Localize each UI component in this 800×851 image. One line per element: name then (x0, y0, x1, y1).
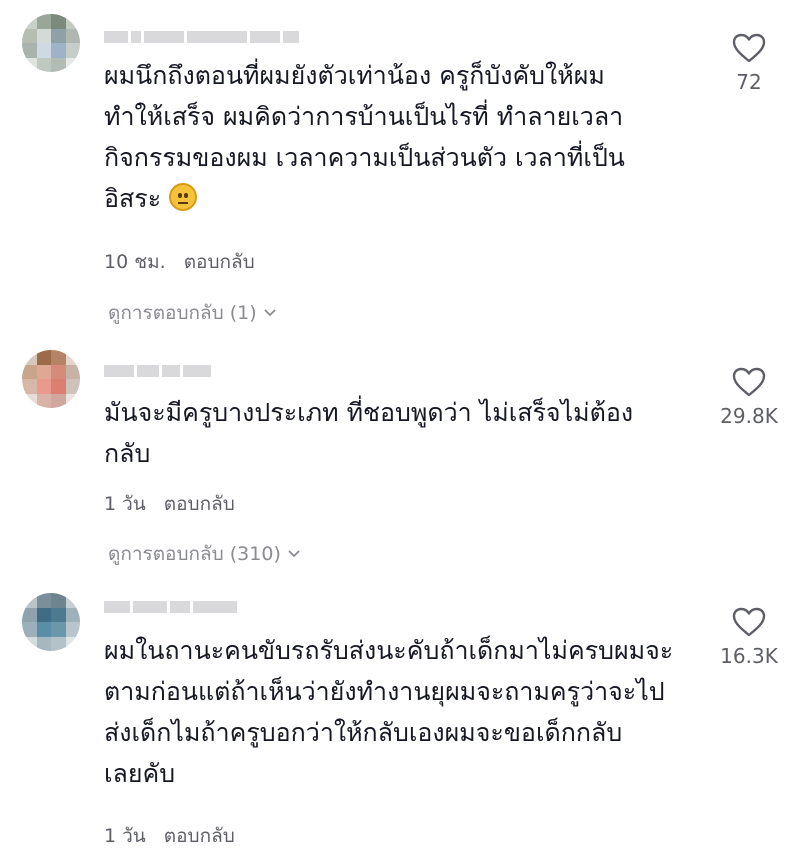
comment-text: มันจะมีครูบางประเภท ที่ชอบพูดว่า ไม่เสร็… (104, 398, 634, 468)
neutral-face-emoji (169, 183, 198, 211)
like-count: 16.3K (720, 644, 778, 668)
comment-meta: 1 วัน ตอบกลับ (104, 489, 235, 519)
like-count: 29.8K (720, 404, 778, 428)
view-replies-button[interactable]: ดูการตอบกลับ (310) (108, 539, 301, 569)
chevron-down-icon (264, 309, 276, 317)
username-redacted[interactable] (104, 30, 299, 44)
username-redacted[interactable] (104, 600, 237, 614)
like-button[interactable]: 72 (709, 32, 789, 94)
like-button[interactable]: 16.3K (709, 606, 789, 668)
like-button[interactable]: 29.8K (709, 366, 789, 428)
username-redacted[interactable] (104, 364, 211, 378)
comment-time: 1 วัน (104, 825, 146, 847)
comment-meta: 10 ชม. ตอบกลับ (104, 247, 255, 277)
comment-meta: 1 วัน ตอบกลับ (104, 821, 235, 851)
chevron-down-icon (288, 550, 300, 558)
comment-text: ผมนึกถึงตอนที่ผมยังตัวเท่าน้อง ครูก็บังค… (104, 61, 625, 213)
avatar[interactable] (22, 14, 80, 72)
avatar[interactable] (22, 350, 80, 408)
reply-button[interactable]: ตอบกลับ (164, 821, 235, 851)
reply-button[interactable]: ตอบกลับ (164, 489, 235, 519)
view-replies-button[interactable]: ดูการตอบกลับ (1) (108, 298, 277, 328)
view-replies-label: ดูการตอบกลับ (310) (108, 543, 281, 565)
comment-time: 10 ชม. (104, 251, 166, 273)
avatar[interactable] (22, 593, 80, 651)
comment-text: ผมในถานะคนขับรถรับส่งนะคับถ้าเด็กมาไม่คร… (104, 636, 674, 788)
reply-button[interactable]: ตอบกลับ (184, 247, 255, 277)
view-replies-label: ดูการตอบกลับ (1) (108, 302, 257, 324)
heart-outline-icon (732, 607, 766, 637)
heart-outline-icon (732, 33, 766, 63)
like-count: 72 (736, 70, 762, 94)
heart-outline-icon (732, 367, 766, 397)
comment-time: 1 วัน (104, 493, 146, 515)
